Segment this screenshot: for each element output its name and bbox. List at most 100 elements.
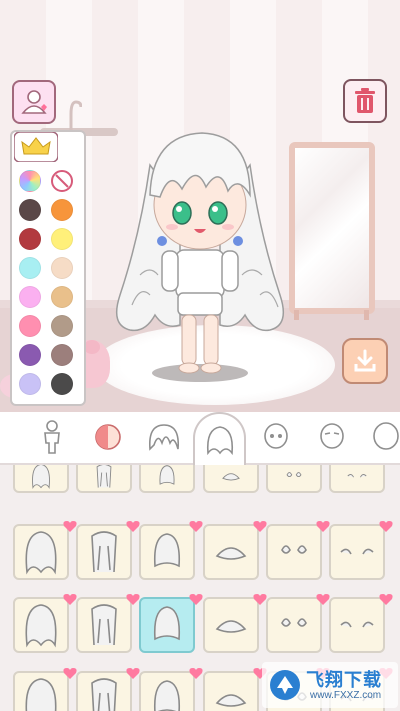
color-swatch[interactable] [51,257,73,279]
hair-item[interactable] [266,597,322,653]
color-swatch[interactable] [19,373,41,395]
hair-style-icon [91,531,117,573]
hair-style-icon [153,533,181,568]
heart-badge-icon [379,594,393,605]
hair-style-icon [96,465,112,488]
hair-item[interactable] [139,671,195,711]
color-swatch[interactable] [51,286,73,308]
tab-front-hair[interactable] [142,414,186,460]
eyebrows-icon [320,423,344,449]
hair-item[interactable] [139,597,195,653]
heart-badge-icon [189,594,203,605]
color-swatch[interactable] [51,344,73,366]
hair-style-icon [91,604,117,646]
face-icon [264,423,288,449]
heart-badge-icon [63,594,77,605]
site-logo-icon [270,670,300,700]
head-icon [373,422,399,450]
standing-mirror [289,142,375,314]
heart-badge-icon [316,594,330,605]
save-download-button[interactable] [342,338,388,384]
heart-badge-icon [189,668,203,679]
heart-badge-icon [126,668,140,679]
color-swatch[interactable] [19,315,41,337]
chibi-character [115,132,285,374]
hair-item[interactable] [139,524,195,580]
hair-item[interactable] [13,597,69,653]
hair-item[interactable] [13,671,69,711]
hair-style-icon [25,678,57,711]
heart-badge-icon [379,521,393,532]
hair-item[interactable] [203,524,259,580]
hair-item[interactable] [13,524,69,580]
skin-icon [95,424,121,450]
hair-item[interactable] [203,465,259,493]
hair-item[interactable] [266,524,322,580]
tab-back-hair[interactable] [193,412,246,467]
delete-button[interactable] [343,79,387,123]
watermark: 飞翔下载 www.FXXZ.com [262,662,398,708]
color-swatch[interactable] [51,199,73,221]
dressup-scene [0,0,400,412]
heart-badge-icon [126,521,140,532]
tab-face[interactable] [254,414,298,460]
hair-style-icon [215,694,247,707]
profile-icon [21,90,47,114]
hair-item[interactable] [203,597,259,653]
hair-item[interactable] [329,597,385,653]
trash-icon [355,88,375,113]
hair-style-icon [25,531,57,575]
hair-item[interactable] [76,671,132,711]
heart-badge-icon [253,521,267,532]
download-icon [354,349,376,372]
watermark-url: www.FXXZ.com [310,690,382,701]
color-swatch[interactable] [19,344,41,366]
heart-badge-icon [63,521,77,532]
mirror-leg [364,310,369,320]
hair-style-icon [153,680,181,711]
hair-item[interactable] [329,465,385,493]
heart-badge-icon [253,594,267,605]
hair-style-icon [215,547,247,560]
hanger-hook [69,100,82,132]
hair-style-icon [153,606,181,641]
heart-badge-icon [63,668,77,679]
swatch-none-icon[interactable] [51,170,73,192]
hair-item[interactable] [76,465,132,493]
color-swatch[interactable] [19,286,41,308]
tab-body[interactable] [30,414,74,460]
tab-skin[interactable] [86,414,130,460]
color-swatch[interactable] [19,228,41,250]
hair-style-icon [222,473,240,481]
hair-item[interactable] [13,465,69,493]
color-swatch[interactable] [19,199,41,221]
front-hair-icon [148,424,180,451]
color-swatch[interactable] [51,228,73,250]
hair-style-icon [25,604,57,648]
heart-badge-icon [316,521,330,532]
crown-icon[interactable] [14,132,58,162]
hair-style-icon [281,545,307,554]
mirror-leg [294,310,299,320]
hair-item[interactable] [329,524,385,580]
back-hair-icon [206,425,233,455]
hair-item[interactable] [139,465,195,493]
profile-button[interactable] [12,80,56,124]
tab-eyebrows[interactable] [310,414,354,460]
hair-style-icon [159,465,175,485]
hair-item[interactable] [266,465,322,493]
hair-style-icon [32,465,50,489]
hair-style-icon [340,621,374,628]
hair-style-icon [281,618,307,627]
hair-item[interactable] [203,671,259,711]
body-icon [44,420,60,454]
hair-item[interactable] [76,597,132,653]
tab-head[interactable] [362,414,400,460]
swatch-rainbow[interactable] [19,170,41,192]
hair-style-icon [91,678,117,711]
color-swatch[interactable] [19,257,41,279]
hair-style-icon [215,620,247,633]
color-swatch[interactable] [51,373,73,395]
hair-item[interactable] [76,524,132,580]
color-swatch[interactable] [51,315,73,337]
